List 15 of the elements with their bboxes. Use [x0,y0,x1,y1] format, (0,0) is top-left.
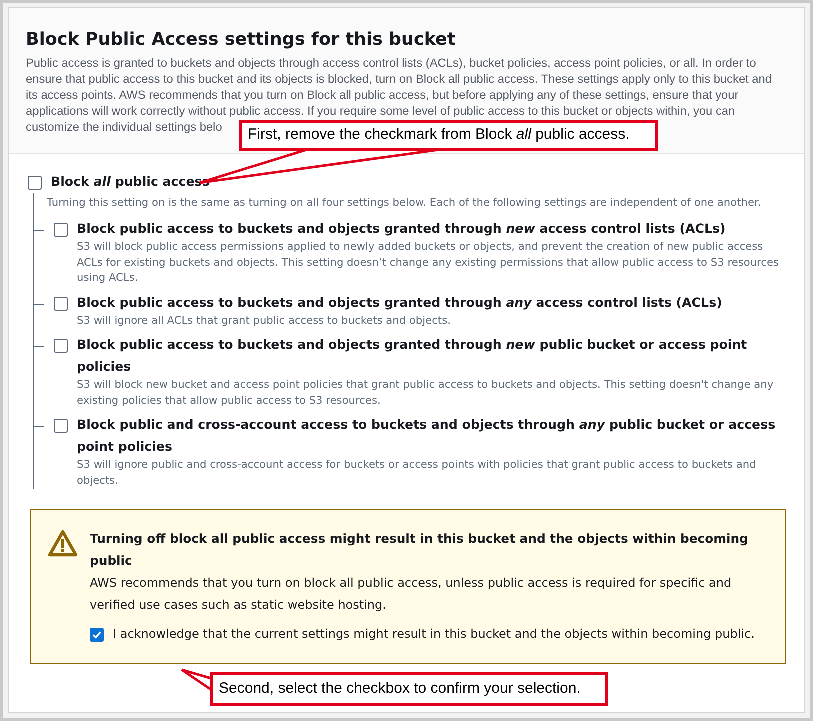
checkbox-label: Block public access to buckets and objects granted through new access control lists (ACLs) [77,220,727,238]
setting-description: Turning this setting on is the same as turning on all four settings below. Each of the following settings are independent of one another. [47,196,762,211]
warning-message: AWS recommends that you turn on block all public access, unless public access is required for specific and verified use cases such as static website hosting. [90,575,733,614]
section-title: Block Public Access settings for this bucket [26,30,457,50]
warning-title: Turning off block all public access might result in this bucket and the objects within becoming public [90,530,750,570]
setting-description: S3 will block public access permissions applied to newly added buckets or objects, and prevent the creation of new public access ACLs for existing buckets and objects. This setting doesn’t change any existing permissions that allow public access to S3 resources using ACLs. [77,240,780,286]
setting-description: S3 will ignore all ACLs that grant public access to buckets and objects. [77,314,452,328]
checkbox-label: I acknowledge that the current settings might result in this bucket and the objects within becoming public. [113,626,755,643]
callout-box: First, remove the checkmark from Block all public access. [239,120,658,151]
setting-description: S3 will ignore public and cross-account access for buckets or access points with policies that grant public access to buckets and objects. [77,458,758,488]
checkbox-label: Block public access to buckets and objects granted through any access control lists (ACLs) [77,294,722,312]
section-description: customize the individual settings belo [26,119,222,135]
checkbox-label: Block public and cross-account access to buckets and objects through any public bucket or access point policies [77,416,777,456]
setting-description: S3 will block new bucket and access point policies that grant public access to buckets and objects. This setting doesn't change any existing policies that allow public access to S3 resources. [77,378,775,408]
checkbox-label: Block public access to buckets and objects granted through new public bucket or access point policies [77,336,748,376]
